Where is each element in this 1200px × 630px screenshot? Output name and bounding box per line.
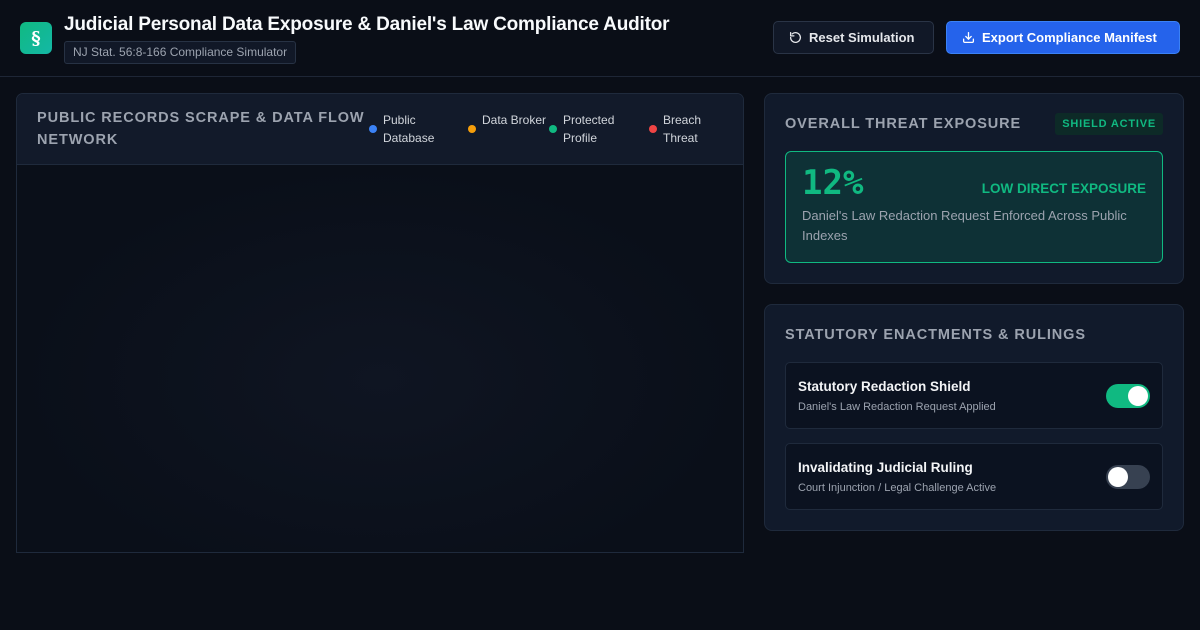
statute-subtitle-badge: NJ Stat. 56:8-166 Compliance Simulator [64, 41, 297, 64]
threat-exposure-card: Overall Threat Exposure SHIELD ACTIVE 12… [764, 93, 1184, 284]
exposure-description: Daniel's Law Redaction Request Enforced … [802, 208, 1127, 243]
toggle-label: Invalidating Judicial Ruling [798, 460, 973, 475]
network-panel-title: Public Records Scrape & Data Flow Networ… [37, 110, 365, 148]
refresh-icon [789, 31, 801, 43]
toggle-knob [1108, 467, 1128, 487]
statute-toggle-row-judicial-ruling: Invalidating Judicial Ruling Court Injun… [785, 443, 1163, 510]
legend-label: Data Broker [482, 113, 547, 127]
legend-label: Breach Threat [663, 113, 702, 145]
statutory-enactments-card: Statutory Enactments & Rulings Statutory… [764, 304, 1184, 531]
legend-dot-data-broker [468, 125, 476, 133]
toggle-sublabel: Daniel's Law Redaction Request Applied [798, 401, 996, 413]
reset-simulation-label: Reset Simulation [809, 30, 915, 45]
export-compliance-manifest-label: Export Compliance Manifest [982, 30, 1157, 45]
exposure-level-label: LOW DIRECT EXPOSURE [981, 181, 1146, 196]
reset-simulation-button[interactable]: Reset Simulation [773, 21, 934, 54]
judicial-ruling-toggle[interactable] [1106, 465, 1150, 489]
exposure-percentage: 12% [802, 163, 864, 203]
download-icon [962, 31, 975, 44]
toggle-label: Statutory Redaction Shield [798, 379, 971, 394]
statute-toggle-row-redaction-shield: Statutory Redaction Shield Daniel's Law … [785, 362, 1163, 429]
network-graph-canvas[interactable] [17, 165, 743, 552]
shield-status-badge: SHIELD ACTIVE [1055, 113, 1163, 135]
export-compliance-manifest-button[interactable]: Export Compliance Manifest [946, 21, 1180, 54]
legend-label: Public Database [383, 113, 435, 145]
legend-dot-breach-threat [649, 125, 657, 133]
toggle-knob [1128, 386, 1148, 406]
statutory-enactments-title: Statutory Enactments & Rulings [785, 327, 1086, 343]
app-header: § Judicial Personal Data Exposure & Dani… [0, 0, 1200, 77]
threat-exposure-title: Overall Threat Exposure [785, 116, 1022, 132]
data-flow-network-panel: Public Records Scrape & Data Flow Networ… [16, 93, 744, 553]
legend-dot-public-database [369, 125, 377, 133]
toggle-sublabel: Court Injunction / Legal Challenge Activ… [798, 482, 997, 494]
redaction-shield-toggle[interactable] [1106, 384, 1150, 408]
app-title: Judicial Personal Data Exposure & Daniel… [64, 14, 670, 35]
section-sign-logo-icon: § [20, 22, 52, 54]
exposure-summary-box: 12% LOW DIRECT EXPOSURE Daniel's Law Red… [785, 151, 1163, 263]
network-panel-header: Public Records Scrape & Data Flow Networ… [17, 94, 743, 165]
legend-label: Protected Profile [563, 113, 615, 145]
legend-dot-protected-profile [549, 125, 557, 133]
